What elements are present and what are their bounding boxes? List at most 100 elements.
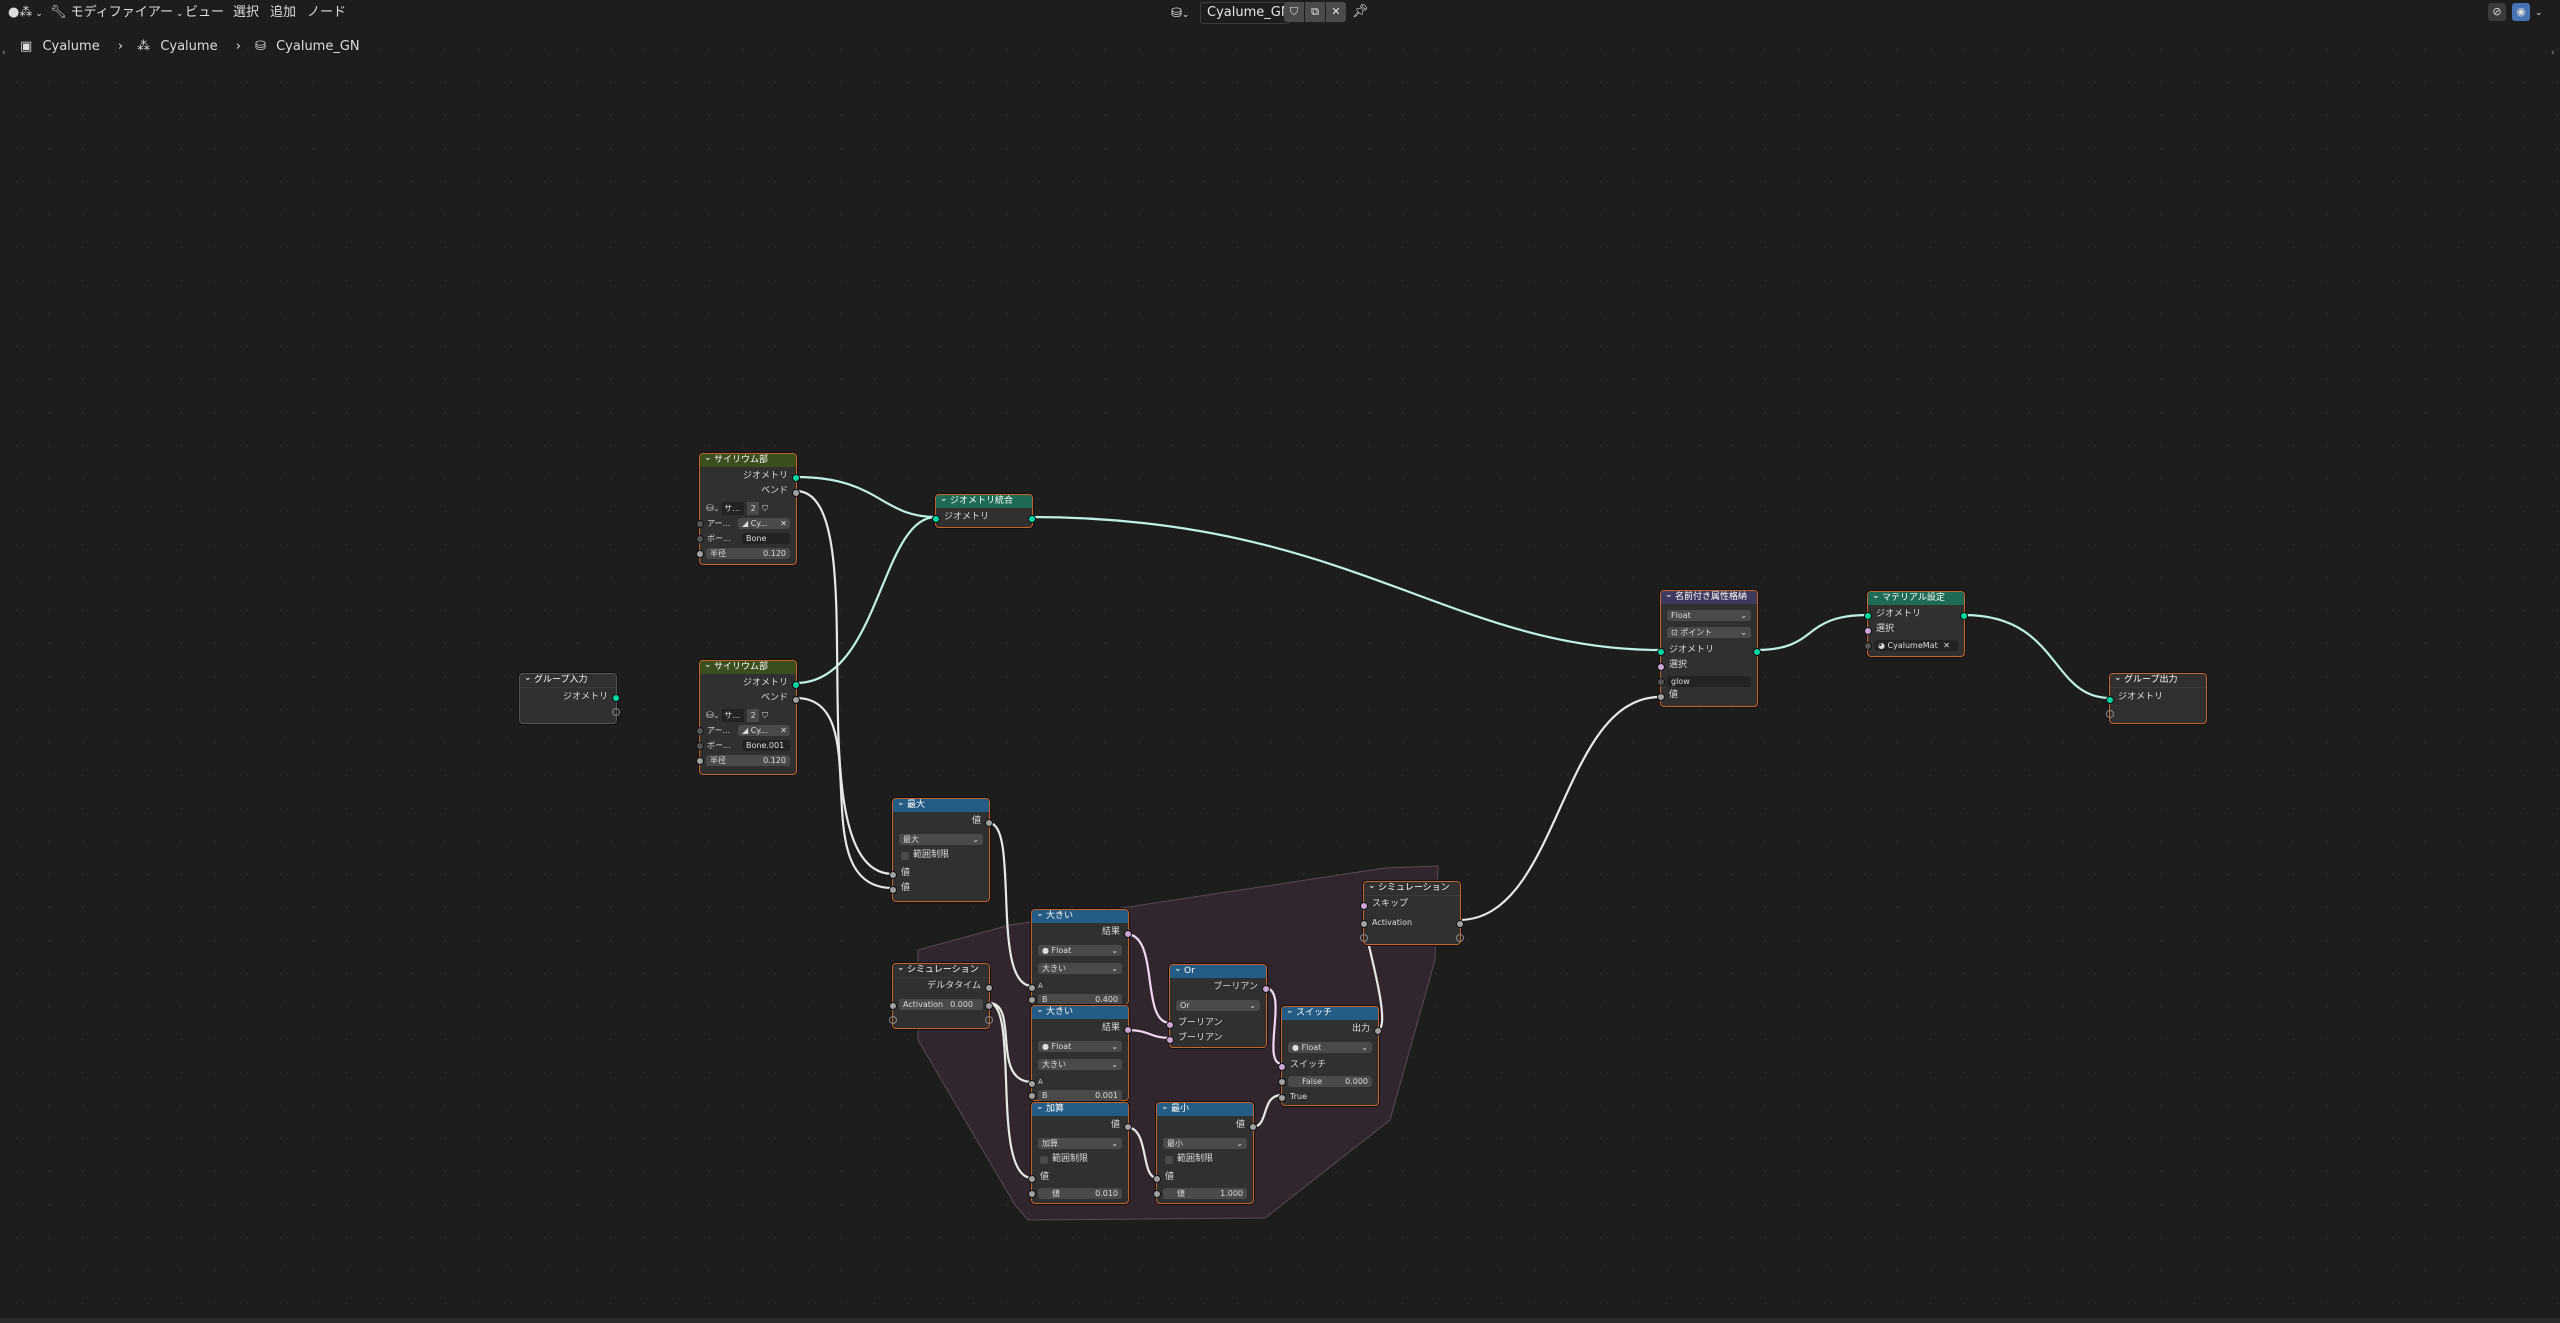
- output-socket-empty[interactable]: [612, 708, 620, 716]
- input-socket-value[interactable]: [1657, 693, 1665, 701]
- input-socket-value-1[interactable]: [1153, 1175, 1161, 1183]
- node-math-minimum[interactable]: 最小 値 最小⌄ 範囲制限 値 値 1.000: [1153, 1101, 1257, 1204]
- domain-dropdown[interactable]: ⊡ ポイント ⌄: [1667, 627, 1751, 638]
- menu-node[interactable]: ノード: [307, 4, 346, 22]
- input-socket-b[interactable]: [1028, 1092, 1036, 1100]
- close-icon[interactable]: ✕: [1943, 640, 1950, 651]
- output-socket-geometry[interactable]: [1960, 612, 1968, 620]
- b-value-field[interactable]: B 0.001: [1038, 1090, 1122, 1101]
- fake-user-button[interactable]: ⛉: [1284, 2, 1304, 22]
- clamp-checkbox[interactable]: [901, 852, 909, 860]
- input-socket-b[interactable]: [1028, 996, 1036, 1004]
- input-socket-geometry[interactable]: [1657, 648, 1665, 656]
- input-socket-empty[interactable]: [1360, 934, 1368, 942]
- operation-dropdown[interactable]: 最大 ⌄: [899, 834, 983, 845]
- output-socket-bend[interactable]: [792, 696, 800, 704]
- input-socket-geometry[interactable]: [1864, 612, 1872, 620]
- menu-view[interactable]: ビュー: [185, 4, 224, 22]
- input-socket-value-1[interactable]: [889, 871, 897, 879]
- output-socket-result[interactable]: [1124, 930, 1132, 938]
- node-switch[interactable]: スイッチ 出力 ● Float⌄ スイッチ False 0.000 True: [1278, 1005, 1382, 1106]
- output-socket-delta-time[interactable]: [985, 984, 993, 992]
- b-value-field[interactable]: B 0.400: [1038, 994, 1122, 1005]
- input-socket-selection[interactable]: [1657, 663, 1665, 671]
- input-socket-armature[interactable]: [696, 727, 704, 735]
- node-group-input[interactable]: グループ入力 ジオメトリ: [519, 672, 620, 724]
- rig-selector[interactable]: ⛁⌄ サ... 2 ⛉: [706, 502, 768, 515]
- close-icon[interactable]: ✕: [780, 518, 787, 529]
- close-icon[interactable]: ✕: [780, 725, 787, 736]
- gizmo-toggle[interactable]: ◉: [2512, 3, 2530, 21]
- output-socket-output[interactable]: [1374, 1027, 1382, 1035]
- output-socket-boolean[interactable]: [1262, 985, 1270, 993]
- input-socket-value-2[interactable]: [889, 886, 897, 894]
- output-socket-geometry[interactable]: [1028, 515, 1036, 523]
- output-socket-value[interactable]: [1124, 1123, 1132, 1131]
- node-cyalume-curve-1[interactable]: サイリウム部 ジオメトリ ベンド ⛁⌄ サ... 2 ⛉ アー... ◢ Cy.…: [696, 452, 800, 565]
- node-cyalume-curve-2[interactable]: サイリウム部 ジオメトリ ベンド ⛁⌄ サ... 2 ⛉ アー... ◢ Cy.…: [696, 659, 800, 775]
- input-socket-a[interactable]: [1028, 984, 1036, 992]
- menu-add[interactable]: 追加: [270, 4, 296, 22]
- overlay-toggle[interactable]: ⊘: [2488, 3, 2506, 21]
- output-socket-geometry[interactable]: [612, 694, 620, 702]
- output-socket-value[interactable]: [985, 819, 993, 827]
- output-socket-bend[interactable]: [792, 489, 800, 497]
- node-store-named-attribute[interactable]: 名前付き属性格納 Float⌄ ⊡ ポイント⌄ ジオメトリ 選択 glow 値: [1657, 589, 1761, 707]
- node-simulation-output[interactable]: シミュレーション スキップ Activation: [1360, 880, 1464, 945]
- attribute-name-field[interactable]: glow: [1667, 676, 1751, 687]
- output-socket-empty[interactable]: [985, 1016, 993, 1024]
- output-socket-result[interactable]: [1124, 1026, 1132, 1034]
- node-math-add[interactable]: 加算 値 加算⌄ 範囲制限 値 値 0.010: [1028, 1101, 1132, 1204]
- output-socket-empty[interactable]: [1456, 934, 1464, 942]
- editor-mode-dropdown[interactable]: 🔧︎ モディファイアー ⌄: [50, 3, 183, 23]
- material-field[interactable]: ◕ CyalumeMat ✕: [1874, 640, 1958, 651]
- input-socket-armature[interactable]: [696, 520, 704, 528]
- input-socket-boolean-1[interactable]: [1166, 1021, 1174, 1029]
- pin-button[interactable]: 📌︎: [1352, 1, 1369, 23]
- input-socket-value-2[interactable]: [1153, 1190, 1161, 1198]
- node-set-material[interactable]: マテリアル設定 ジオメトリ 選択 ◕ CyalumeMat ✕: [1864, 590, 1968, 657]
- input-socket-activation[interactable]: [889, 1002, 897, 1010]
- input-socket-activation[interactable]: [1360, 920, 1368, 928]
- input-socket-value-2[interactable]: [1028, 1190, 1036, 1198]
- input-socket-name[interactable]: [1657, 678, 1665, 686]
- unlink-tree-button[interactable]: ✕: [1326, 2, 1346, 22]
- bone-field[interactable]: Bone.001: [742, 740, 790, 751]
- data-type-dropdown[interactable]: ● Float ⌄: [1038, 1041, 1122, 1052]
- input-socket-value-1[interactable]: [1028, 1175, 1036, 1183]
- operation-dropdown[interactable]: 加算 ⌄: [1038, 1138, 1122, 1149]
- activation-field[interactable]: Activation 0.000: [899, 999, 983, 1010]
- radius-field[interactable]: 半径 0.120: [706, 755, 790, 766]
- node-join-geometry[interactable]: ジオメトリ統合 ジオメトリ: [932, 493, 1036, 528]
- input-socket-false[interactable]: [1278, 1078, 1286, 1086]
- input-socket-skip[interactable]: [1360, 902, 1368, 910]
- gizmo-dropdown[interactable]: ⌄: [2535, 3, 2543, 23]
- editor-type-button[interactable]: ●⁂ ⌄: [8, 3, 43, 23]
- input-socket-geometry[interactable]: [2106, 696, 2114, 704]
- data-type-dropdown[interactable]: Float ⌄: [1667, 610, 1751, 621]
- duplicate-tree-button[interactable]: ⧉: [1305, 2, 1325, 22]
- output-socket-value[interactable]: [1249, 1123, 1257, 1131]
- value-2-field[interactable]: 値 0.010: [1038, 1188, 1122, 1199]
- rig-selector[interactable]: ⛁⌄ サ... 2 ⛉: [706, 709, 768, 722]
- armature-field[interactable]: ◢ Cy... ✕: [738, 518, 790, 529]
- input-socket-switch[interactable]: [1278, 1063, 1286, 1071]
- input-socket-a[interactable]: [1028, 1080, 1036, 1088]
- input-socket-material[interactable]: [1864, 642, 1872, 650]
- sidebar-expand-left[interactable]: ›: [2, 48, 6, 58]
- armature-field[interactable]: ◢ Cy... ✕: [738, 725, 790, 736]
- radius-field[interactable]: 半径 0.120: [706, 548, 790, 559]
- output-socket-geometry[interactable]: [792, 681, 800, 689]
- operation-dropdown[interactable]: 大きい ⌄: [1038, 963, 1122, 974]
- operation-dropdown[interactable]: 大きい ⌄: [1038, 1059, 1122, 1070]
- input-socket-empty[interactable]: [2106, 710, 2114, 718]
- operation-dropdown[interactable]: 最小 ⌄: [1163, 1138, 1247, 1149]
- output-socket-geometry[interactable]: [1753, 648, 1761, 656]
- menu-select[interactable]: 選択: [233, 4, 259, 22]
- operation-dropdown[interactable]: Or ⌄: [1176, 1000, 1260, 1011]
- input-socket-true[interactable]: [1278, 1094, 1286, 1102]
- sidebar-expand-right[interactable]: ‹: [2551, 48, 2555, 58]
- node-tree-browse-button[interactable]: ⛁⌄: [1171, 3, 1189, 25]
- input-socket-bone[interactable]: [696, 535, 704, 543]
- data-type-dropdown[interactable]: ● Float ⌄: [1288, 1042, 1372, 1053]
